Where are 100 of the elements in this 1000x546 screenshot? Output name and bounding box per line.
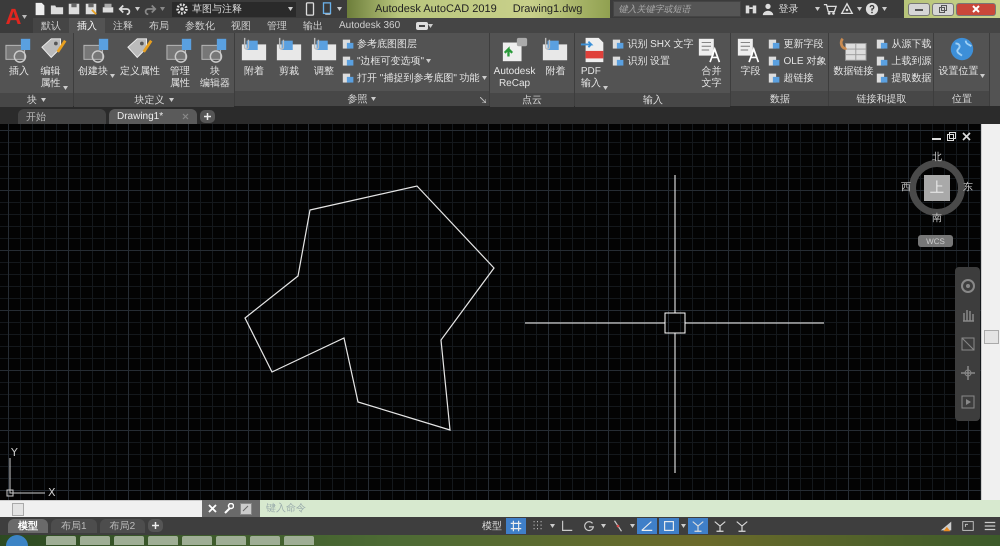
panel-title: 块 [27, 94, 37, 107]
ribbon-button[interactable]: 调整 [307, 35, 341, 79]
file-tab[interactable]: Drawing1* [109, 109, 197, 124]
steering-wheel-icon[interactable] [960, 278, 976, 294]
new-file-icon[interactable] [33, 2, 47, 16]
vertical-scrollbar[interactable] [981, 124, 1000, 500]
slash-icon [611, 519, 625, 533]
grid-icon [509, 519, 523, 533]
ribbon-button[interactable]: 识别 设置 [612, 54, 694, 68]
caret-icon[interactable] [371, 96, 376, 100]
square-toggle[interactable] [659, 518, 679, 534]
new-tab-button[interactable] [200, 110, 215, 123]
drawing-canvas[interactable]: Y X 北 西 上 东 南 WCS [0, 124, 981, 500]
ribbon-button[interactable]: 插入 [2, 35, 36, 79]
ribbon-button[interactable]: 上载到源 [876, 54, 932, 68]
ribbon-button[interactable]: 超链接 [768, 71, 826, 85]
zoom-icon[interactable] [960, 336, 976, 352]
panel-title: 点云 [522, 94, 542, 107]
document-icon [342, 38, 355, 50]
ribbon-button[interactable]: 附着 [237, 35, 271, 79]
ribbon-tab[interactable]: 视图 [223, 18, 259, 33]
caret-icon [882, 7, 888, 11]
sign-in-link[interactable]: 登录 [778, 2, 798, 16]
triangle-network-icon[interactable] [840, 2, 854, 16]
ribbon-button[interactable]: 定义属性 [118, 35, 162, 79]
command-prompt-icon[interactable] [240, 502, 254, 514]
ribbon-button[interactable]: 参考底图图层 [342, 37, 487, 51]
ribbon-button[interactable]: 编辑 属性 [37, 35, 71, 91]
phone-icon[interactable] [303, 2, 317, 16]
ribbon-button[interactable]: OLE 对象 [768, 54, 826, 68]
start-button[interactable] [6, 535, 28, 546]
ribbon-button[interactable]: 管理 属性 [163, 35, 197, 91]
compass-label: 东 [963, 182, 973, 193]
caret-icon [288, 7, 293, 11]
ribbon-button[interactable]: 更新字段 [768, 37, 826, 51]
layout-tab[interactable]: 布局2 [100, 519, 146, 533]
ribbon-button[interactable]: 创建块 [76, 35, 117, 79]
maximize-button[interactable] [932, 2, 954, 16]
ribbon-tab[interactable]: 插入 [69, 18, 105, 33]
ribbon-button[interactable]: 附着 [538, 35, 572, 79]
ribbon-button[interactable]: 提取数据 [876, 71, 932, 85]
cart-icon[interactable] [823, 2, 838, 16]
help-icon[interactable] [865, 2, 880, 16]
save-icon[interactable] [67, 2, 81, 16]
new-layout-button[interactable] [148, 519, 164, 532]
workspace-label: 草图与注释 [192, 2, 243, 16]
orbit-icon[interactable] [960, 365, 976, 382]
angle-toggle[interactable] [637, 518, 657, 534]
close-button[interactable] [956, 2, 996, 16]
ribbon-tab[interactable]: Autodesk 360 [331, 18, 408, 33]
wrench-icon[interactable] [223, 503, 234, 514]
model-space-label[interactable]: 模型 [482, 519, 502, 533]
ribbon-button[interactable]: 数据链接 [831, 35, 876, 79]
ribbon-button[interactable]: 剪裁 [272, 35, 306, 79]
caret-icon [160, 7, 165, 11]
ribbon-button[interactable]: 字段 [733, 35, 768, 79]
ribbon-button[interactable]: 从源下载 [876, 37, 932, 51]
ribbon-tab[interactable]: 输出 [295, 18, 331, 33]
minimize-button[interactable] [908, 2, 930, 16]
ribbon-button[interactable]: 设置位置 [936, 35, 988, 79]
horizontal-scrollbar[interactable] [0, 500, 202, 517]
ribbon-tab[interactable]: 默认 [33, 18, 69, 33]
caret-icon[interactable] [41, 98, 46, 102]
ribbon-button[interactable]: 块 编辑器 [198, 35, 232, 91]
workspace-dropdown[interactable]: 草图与注释 [172, 2, 296, 16]
play-icon[interactable] [960, 394, 976, 410]
caret-icon[interactable] [681, 524, 686, 528]
ribbon-button[interactable]: "边框可变选项" [342, 54, 487, 68]
ribbon-tab[interactable]: 参数化 [177, 18, 223, 33]
caret-icon[interactable] [168, 98, 174, 102]
ribbon-button[interactable]: PDF 输入 [577, 35, 612, 91]
restore-icon [939, 5, 947, 13]
layout-tab[interactable]: 布局1 [51, 519, 97, 533]
ribbon-button[interactable]: 打开 "捕捉到参考底图" 功能 [342, 71, 487, 85]
panel-toggle-icon[interactable] [416, 22, 428, 30]
ribbon-tab[interactable]: 管理 [259, 18, 295, 33]
ribbon-button[interactable]: 识别 SHX 文字 [612, 37, 694, 51]
fullscreen-icon [961, 519, 975, 533]
document-icon [612, 38, 626, 50]
scrollbar-thumb[interactable] [12, 503, 24, 516]
scrollbar-thumb[interactable] [984, 330, 999, 344]
save-as-icon[interactable] [84, 2, 98, 16]
layout-tab[interactable]: 模型 [8, 519, 48, 533]
undo-icon[interactable] [118, 2, 132, 16]
restore-icon[interactable] [947, 132, 956, 141]
ribbon-tab[interactable]: 注释 [105, 18, 141, 33]
ribbon-button[interactable]: Autodesk ReCap [492, 35, 538, 91]
grid-toggle[interactable] [506, 518, 526, 534]
redo-icon[interactable] [143, 2, 157, 16]
ribbon-tab[interactable]: 布局 [141, 18, 177, 33]
caret-icon[interactable] [630, 524, 635, 528]
file-tab[interactable]: 开始 [18, 109, 106, 124]
launcher-icon[interactable] [480, 97, 486, 103]
share-icon[interactable] [320, 2, 334, 16]
ribbon-button[interactable]: 合并 文字 [694, 35, 728, 91]
caret-icon[interactable] [601, 524, 606, 528]
panel-title: 参照 [347, 92, 368, 106]
command-input[interactable]: 键入命令 [260, 500, 1000, 517]
search-field[interactable]: 键入关键字或短语 [613, 1, 742, 17]
caret-icon[interactable] [550, 524, 555, 528]
